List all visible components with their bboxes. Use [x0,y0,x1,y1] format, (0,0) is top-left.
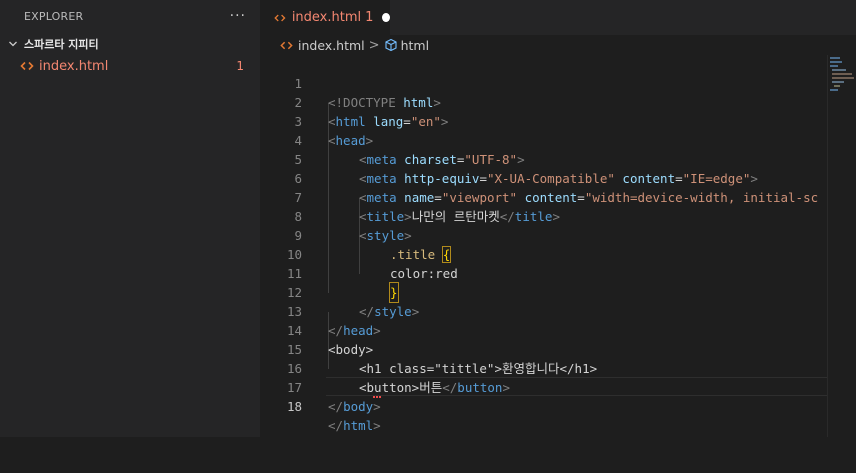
code-line: 18 </html> [260,378,828,433]
tab-index-html[interactable]: index.html 1 [260,0,390,35]
breadcrumb-file[interactable]: index.html [298,38,365,53]
code-line: 11 } [260,245,828,303]
code-line: 14 <body> [260,302,828,357]
minimap-line [832,77,854,79]
explorer-title: EXPLORER [24,9,84,23]
line-number: 18 [286,399,302,414]
code-line: 17 </body> [260,359,828,414]
file-label: index.html [39,58,109,74]
code-line: 6 <meta name="viewport" content="width=d… [260,150,828,205]
tab-bar: index.html 1 [260,0,856,35]
editor-group: index.html 1 index.html > html 1 <!DOCTY… [260,0,856,437]
breadcrumb-separator: > [368,37,380,53]
code-editor[interactable]: 1 <!DOCTYPE html> 2 <html lang="en"> 3 <… [260,55,828,437]
code-line: 4 <meta charset="UTF-8"> [260,112,828,167]
explorer-header: EXPLORER ··· [0,0,260,32]
minimap-line [830,65,838,67]
code-line: 10 color:red [260,226,828,281]
dirty-dot-icon[interactable] [382,13,390,22]
breadcrumb: index.html > html [260,35,856,55]
code-line: 1 <!DOCTYPE html> [260,55,828,110]
code-line: 12 </style> [260,264,828,319]
html-code-icon [274,14,286,21]
file-item-index-html[interactable]: index.html 1 [0,55,260,77]
code-line: 13 </head> [260,283,828,338]
folder-item[interactable]: 스파르타 지피티 [0,33,260,55]
minimap-line [832,81,844,83]
folder-label: 스파르타 지피티 [24,38,99,51]
html-code-icon [280,41,293,49]
code-line: 9 .title { [260,207,828,263]
breadcrumb-symbol[interactable]: html [401,38,429,53]
code-line: 8 <style> [260,188,828,243]
token: body [343,399,374,414]
token: > [373,399,381,414]
minimap-line [830,61,842,63]
explorer-sidebar: EXPLORER ··· 스파르타 지피티 index.html 1 [0,0,260,437]
tab-label: index.html [291,10,362,25]
code-line: 3 <head> [260,93,828,148]
code-line: 16 <button>버튼</button> [260,340,828,395]
minimap-line [830,57,840,59]
minimap[interactable] [828,55,856,437]
minimap-line [832,69,846,71]
minimap-line [830,89,838,91]
html-code-icon [20,61,34,71]
code-line: 5 <meta http-equiv="X-UA-Compatible" con… [260,131,828,186]
chevron-down-icon [9,41,17,47]
more-icon[interactable]: ··· [230,9,246,23]
code-line: 15 <h1 class="tittle">환영합니다</h1> [260,321,828,376]
token: </ [328,399,344,414]
token: </ [328,418,344,433]
token: > [373,418,381,433]
error-squiggle [373,392,381,398]
code-line: 7 <title>나만의 르탄마켓</title> [260,169,828,224]
minimap-line [834,85,840,87]
tab-problem-count: 1 [365,10,374,25]
symbol-cube-icon [385,38,397,52]
token: html [343,418,374,433]
minimap-line [832,73,852,75]
problem-count-badge: 1 [236,59,244,73]
code-line: 2 <html lang="en"> [260,74,828,129]
